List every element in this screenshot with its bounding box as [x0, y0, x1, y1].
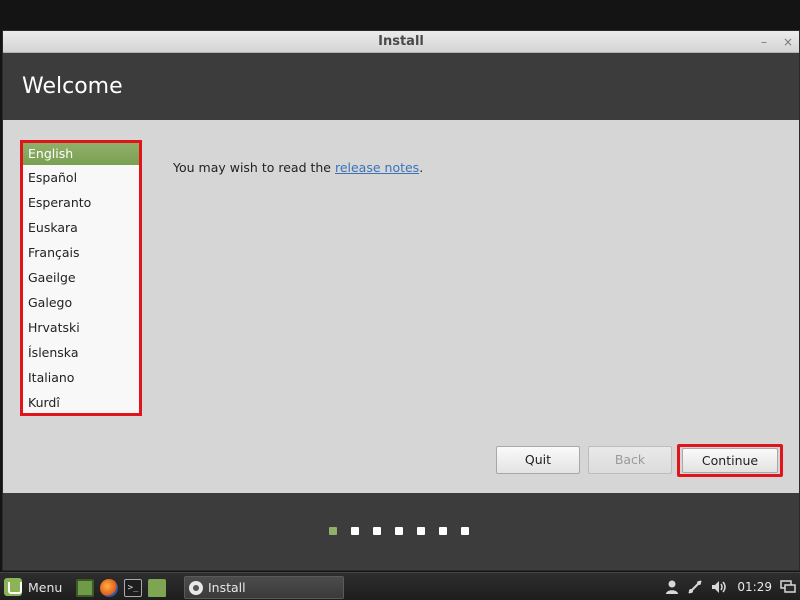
continue-button[interactable]: Continue — [682, 448, 778, 473]
language-item[interactable]: Íslenska — [23, 340, 139, 365]
header-bar: Welcome — [3, 53, 799, 120]
language-item[interactable]: Italiano — [23, 365, 139, 390]
page-title: Welcome — [22, 74, 123, 99]
language-item[interactable]: Esperanto — [23, 190, 139, 215]
taskbar-window-install[interactable]: Install — [184, 576, 344, 599]
installer-window: Install – × Welcome English Español Espera… — [2, 30, 800, 571]
progress-dot — [329, 527, 337, 535]
clock[interactable]: 01:29 — [737, 580, 772, 594]
user-icon[interactable] — [665, 579, 679, 595]
window-title: Install — [378, 34, 424, 49]
menu-label: Menu — [28, 579, 63, 595]
progress-dot — [439, 527, 447, 535]
footer-bar — [3, 493, 799, 570]
language-item[interactable]: Español — [23, 165, 139, 190]
quick-launchers: >_ — [76, 578, 166, 597]
language-item[interactable]: Galego — [23, 290, 139, 315]
continue-button-highlight[interactable]: Continue — [677, 444, 783, 477]
progress-dot — [373, 527, 381, 535]
install-disc-icon — [189, 580, 203, 595]
release-notes-link[interactable]: release notes — [335, 160, 419, 175]
workspace-switcher-icon[interactable] — [780, 580, 796, 594]
show-desktop-icon[interactable] — [76, 578, 94, 597]
release-notes-text: You may wish to read the release notes. — [173, 160, 423, 175]
release-notes-prefix: You may wish to read the — [173, 160, 335, 175]
menu-button[interactable]: Menu — [4, 577, 62, 597]
progress-dot — [417, 527, 425, 535]
system-tray: 01:29 — [665, 577, 796, 597]
progress-dot — [351, 527, 359, 535]
content-area: English Español Esperanto Euskara Français Ga… — [3, 120, 799, 493]
language-item[interactable]: Gaeilge — [23, 265, 139, 290]
release-notes-suffix: . — [419, 160, 424, 175]
taskbar: Menu >_ Install 01:29 — [0, 572, 800, 600]
taskbar-window-label: Install — [208, 580, 246, 595]
titlebar[interactable]: Install – × — [3, 31, 799, 53]
language-item[interactable]: Français — [23, 240, 139, 265]
volume-icon[interactable] — [711, 579, 729, 595]
mint-logo-icon — [4, 578, 22, 596]
minimize-icon[interactable]: – — [759, 36, 769, 48]
language-item[interactable]: English — [23, 143, 139, 165]
close-icon[interactable]: × — [783, 36, 793, 48]
firefox-icon[interactable] — [100, 578, 118, 597]
network-icon[interactable] — [687, 579, 703, 595]
folder-icon[interactable] — [148, 578, 166, 597]
language-item[interactable]: Hrvatski — [23, 315, 139, 340]
language-item[interactable]: Euskara — [23, 215, 139, 240]
progress-dot — [461, 527, 469, 535]
language-item[interactable]: Kurdî — [23, 390, 139, 415]
terminal-icon[interactable]: >_ — [124, 578, 142, 597]
back-button[interactable]: Back — [588, 446, 672, 474]
language-list[interactable]: English Español Esperanto Euskara Français Ga… — [20, 140, 142, 416]
quit-button[interactable]: Quit — [496, 446, 580, 474]
window-controls: – × — [759, 31, 793, 53]
progress-dot — [395, 527, 403, 535]
progress-dots — [329, 527, 469, 535]
